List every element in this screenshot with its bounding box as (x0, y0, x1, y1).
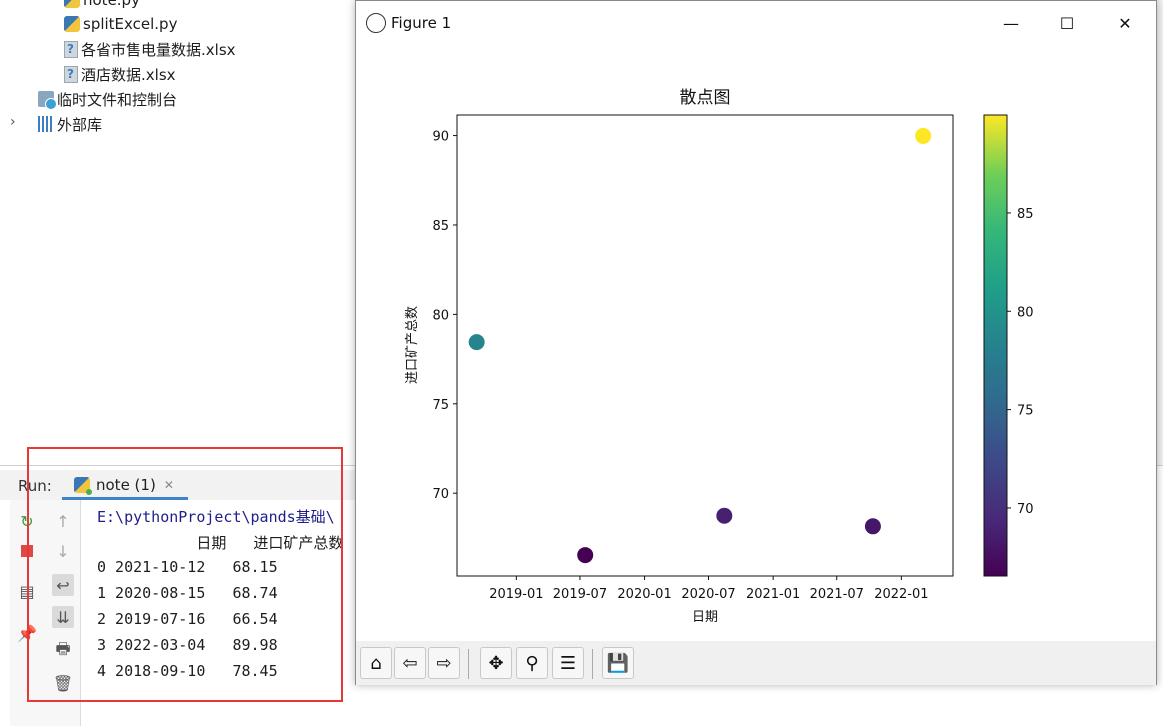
scratches-icon (38, 91, 57, 110)
matplotlib-logo-icon (366, 13, 386, 33)
scatter-point (864, 518, 881, 535)
back-icon[interactable]: ⇦ (394, 647, 426, 679)
y-tick-label: 90 (432, 130, 449, 145)
forward-icon[interactable]: ⇨ (428, 647, 460, 679)
x-tick-label: 2021-07 (810, 587, 864, 602)
figure-toolbar: ⌂ ⇦ ⇨ ✥ ⚲ ☰ 💾 (356, 641, 1156, 685)
x-tick-label: 2021-01 (746, 587, 800, 602)
figure-title: Figure 1 (391, 14, 452, 32)
plot-area (456, 114, 954, 577)
tree-item-sales-xlsx[interactable]: 各省市售电量数据.xlsx (64, 37, 236, 61)
scatter-point (716, 507, 733, 524)
home-icon[interactable]: ⌂ (360, 647, 392, 679)
x-tick-label: 2019-07 (553, 587, 607, 602)
unknown-file-icon (64, 65, 78, 83)
colorbar-tick-label: 70 (1017, 502, 1034, 517)
close-button[interactable]: ✕ (1110, 9, 1140, 37)
tree-item-hotel-xlsx[interactable]: 酒店数据.xlsx (64, 62, 176, 86)
figure-titlebar: Figure 1 — ☐ ✕ (356, 1, 1156, 45)
tree-item-scratches[interactable]: 临时文件和控制台 (38, 87, 177, 111)
chart-title: 散点图 (680, 88, 731, 108)
x-tick-label: 2019-01 (489, 587, 543, 602)
external-libraries-icon (38, 116, 54, 132)
tree-item-external-libs[interactable]: 外部库 (38, 112, 102, 136)
tree-item-splitexcel[interactable]: splitExcel.py (64, 12, 177, 36)
scatter-point (915, 127, 932, 144)
x-tick-label: 2020-01 (617, 587, 671, 602)
tree-item-note-py[interactable]: note.py (64, 0, 140, 12)
chevron-right-icon[interactable]: › (10, 114, 16, 130)
y-tick-label: 70 (432, 487, 449, 502)
scatter-point (577, 547, 594, 564)
x-tick-label: 2020-07 (681, 587, 735, 602)
maximize-button[interactable]: ☐ (1052, 9, 1082, 37)
pan-icon[interactable]: ✥ (480, 647, 512, 679)
y-tick-label: 80 (432, 308, 449, 323)
unknown-file-icon (64, 40, 78, 58)
python-file-icon (64, 16, 80, 32)
python-file-icon (64, 0, 80, 8)
chart: 散点图 70 75 80 85 90 2019-01 2019-07 2020-01 2020… (405, 88, 1034, 625)
highlight-box (27, 447, 343, 702)
colorbar-tick-label: 75 (1017, 404, 1034, 419)
y-tick-label: 85 (432, 219, 449, 234)
minimize-button[interactable]: — (996, 9, 1026, 37)
x-tick-label: 2022-01 (874, 587, 928, 602)
colorbar-tick-label: 85 (1017, 207, 1034, 222)
scatter-point (468, 334, 485, 351)
figure-window: Figure 1 — ☐ ✕ 散点图 70 75 80 85 90 2019-01 201… (355, 0, 1157, 685)
project-tree: note.py splitExcel.py 各省市售电量数据.xlsx 酒店数据… (0, 0, 355, 150)
colorbar-tick-label: 80 (1017, 305, 1034, 320)
y-tick-label: 75 (432, 398, 449, 413)
zoom-icon[interactable]: ⚲ (516, 647, 548, 679)
x-axis-label: 日期 (692, 610, 718, 625)
configure-subplots-icon[interactable]: ☰ (552, 647, 584, 679)
colorbar (983, 114, 1008, 577)
y-axis-label: 进口矿产总数 (405, 306, 420, 384)
save-icon[interactable]: 💾 (602, 647, 634, 679)
